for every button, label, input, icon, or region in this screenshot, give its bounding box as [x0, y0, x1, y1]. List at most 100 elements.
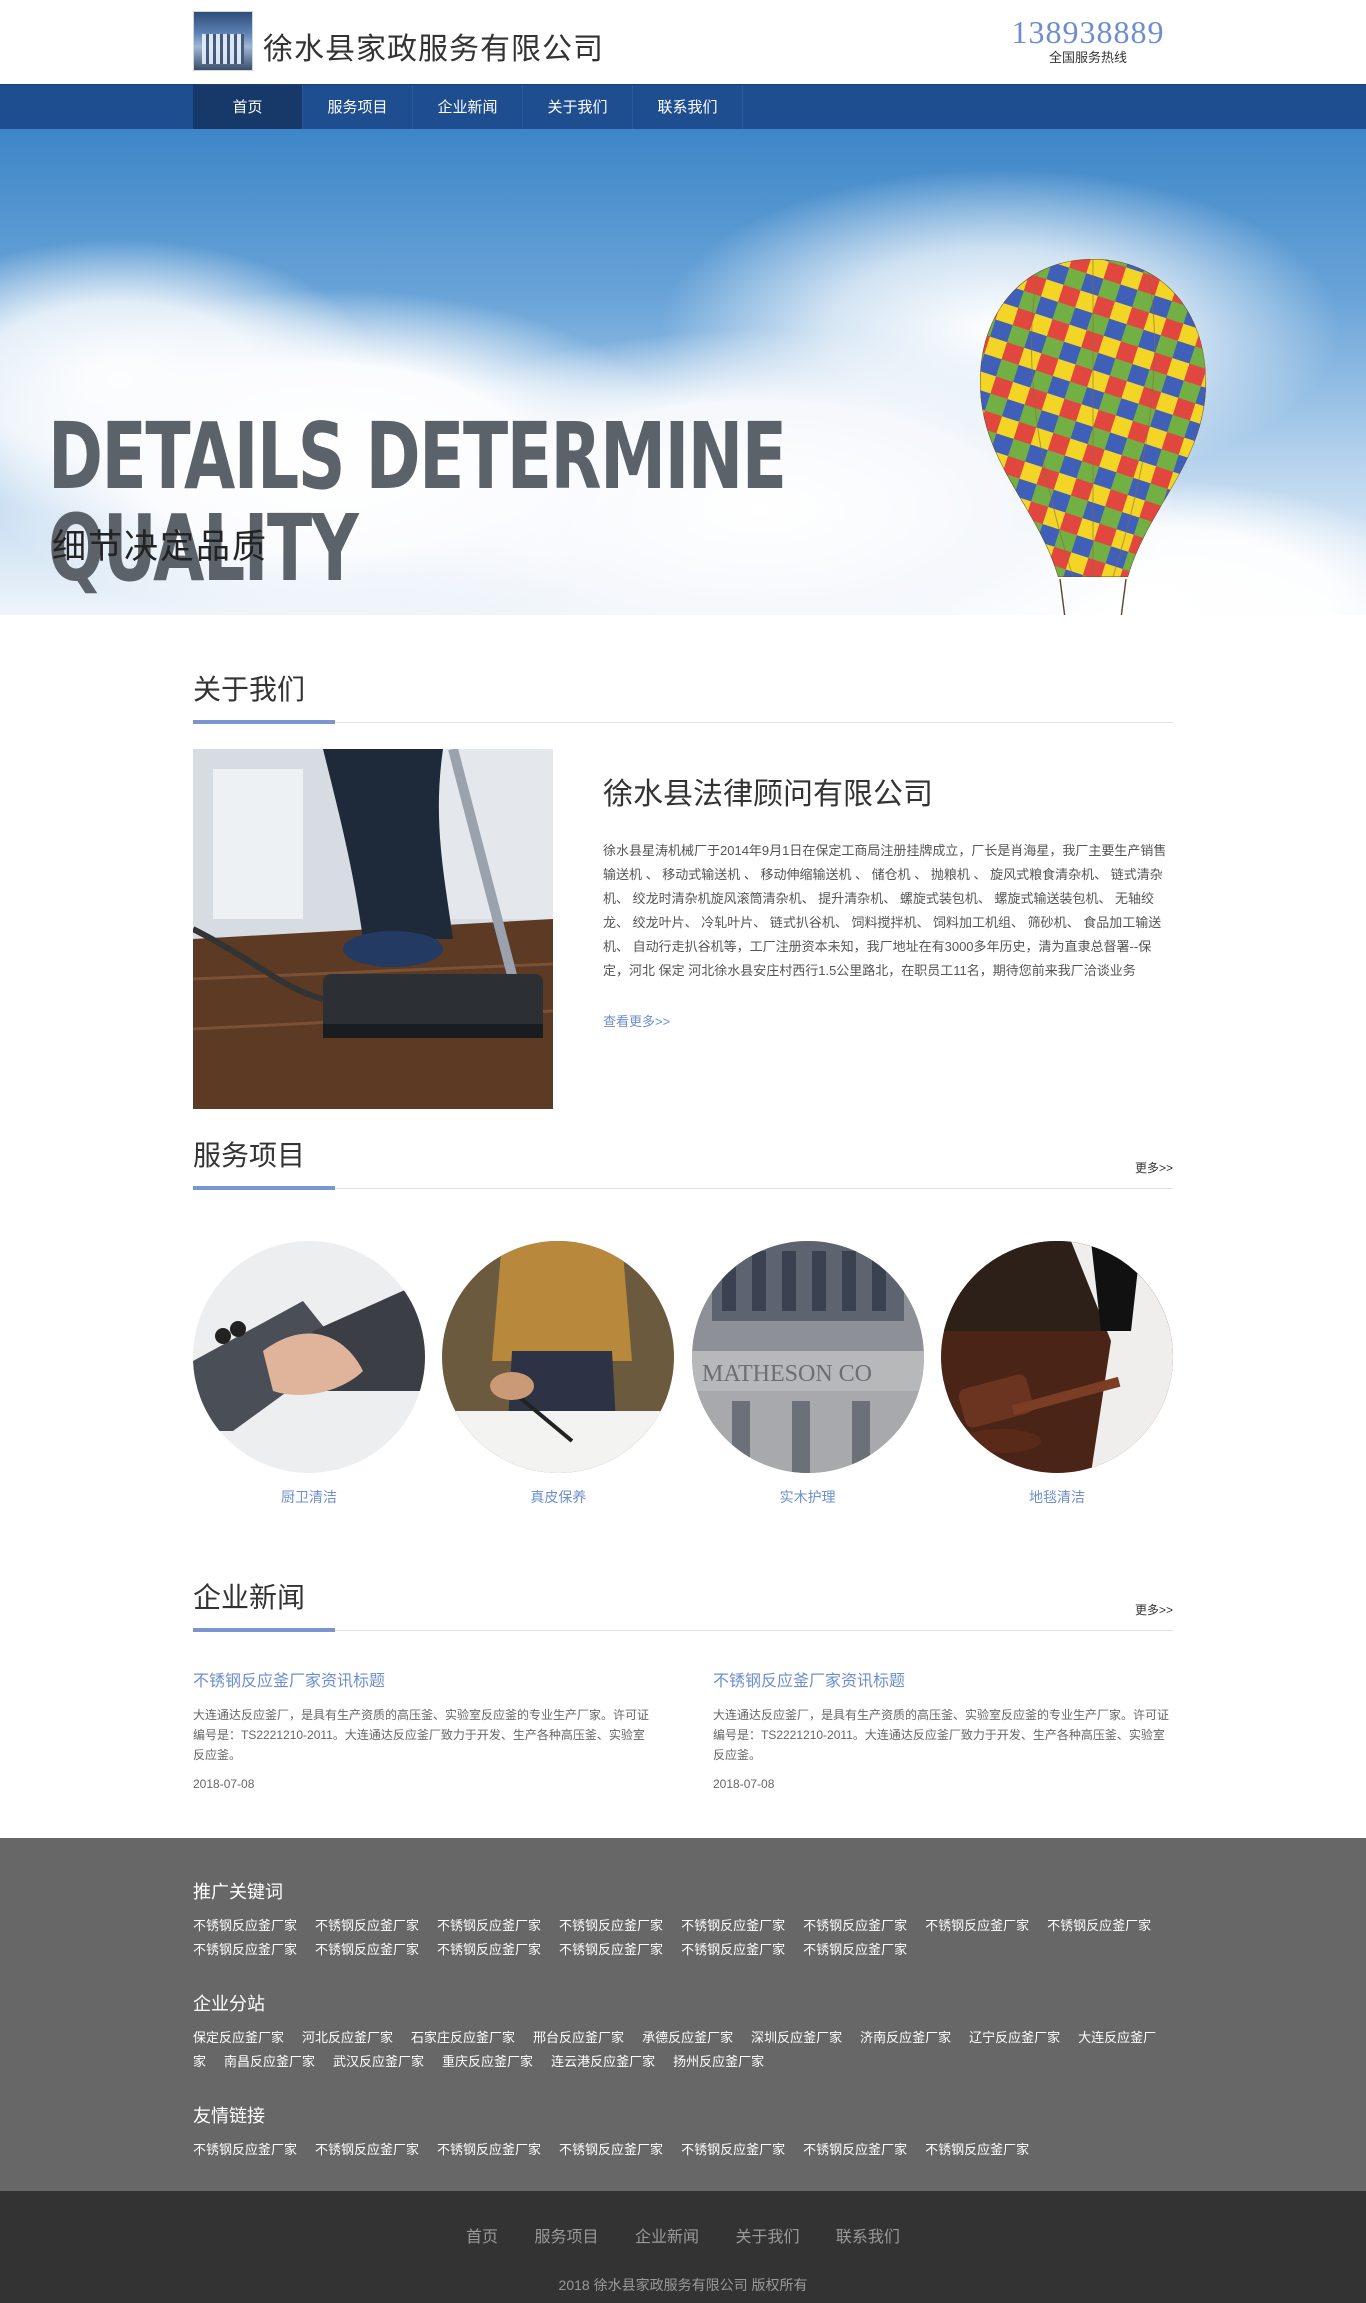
- hero-banner: DETAILS DETERMINE QUALITY 细节决定品质: [0, 129, 1366, 615]
- branches-list: 保定反应釜厂家 河北反应釜厂家 石家庄反应釜厂家 邢台反应釜厂家 承德反应釜厂家 深圳反应…: [193, 2026, 1173, 2074]
- branch-link[interactable]: 保定反应釜厂家: [193, 2030, 284, 2045]
- friend-link[interactable]: 不锈钢反应釜厂家: [193, 2142, 297, 2157]
- keyword-link[interactable]: 不锈钢反应釜厂家: [681, 1942, 785, 1957]
- footer-nav: 首页 服务项目 企业新闻 关于我们 联系我们: [0, 2223, 1366, 2247]
- site-header: 徐水县家政服务有限公司 138938889 全国服务热线: [0, 0, 1366, 84]
- branch-link[interactable]: 扬州反应釜厂家: [673, 2054, 764, 2069]
- service-card[interactable]: 厨卫清洁: [193, 1241, 425, 1507]
- branch-link[interactable]: 南昌反应釜厂家: [224, 2054, 315, 2069]
- services-more-link[interactable]: 更多>>: [1135, 1159, 1173, 1176]
- nav-item-home[interactable]: 首页: [193, 85, 303, 130]
- service-label[interactable]: 厨卫清洁: [193, 1487, 425, 1507]
- branch-link[interactable]: 重庆反应釜厂家: [442, 2054, 533, 2069]
- service-card[interactable]: 地毯清洁: [940, 1241, 1173, 1507]
- handshake-photo[interactable]: [193, 1241, 425, 1473]
- news-item[interactable]: 不锈钢反应釜厂家资讯标题 大连通达反应釜厂，是具有生产资质的高压釜、实验室反应釜…: [193, 1667, 653, 1791]
- keyword-link[interactable]: 不锈钢反应釜厂家: [1047, 1918, 1151, 1933]
- service-label[interactable]: 地毯清洁: [941, 1487, 1173, 1507]
- gavel-photo[interactable]: [940, 1241, 1173, 1473]
- keyword-link[interactable]: 不锈钢反应釜厂家: [559, 1918, 663, 1933]
- keyword-link[interactable]: 不锈钢反应釜厂家: [315, 1942, 419, 1957]
- vacuum-cleaning-photo: [193, 749, 553, 1109]
- title-underline: [193, 720, 335, 724]
- section-title-news: 企业新闻: [193, 1582, 306, 1613]
- branch-link[interactable]: 河北反应釜厂家: [302, 2030, 393, 2045]
- nav-item-contact[interactable]: 联系我们: [633, 85, 743, 130]
- copyright-bar: 首页 服务项目 企业新闻 关于我们 联系我们 2018 徐水县家政服务有限公司 …: [0, 2191, 1366, 2303]
- service-card[interactable]: MATHESON CO 实木护理: [691, 1241, 924, 1507]
- keyword-link[interactable]: 不锈钢反应釜厂家: [559, 1942, 663, 1957]
- footer-nav-services[interactable]: 服务项目: [535, 2229, 599, 2246]
- services-title-row: 服务项目 更多>>: [193, 1133, 1173, 1190]
- branch-link[interactable]: 邢台反应釜厂家: [533, 2030, 624, 2045]
- company-logo[interactable]: [193, 11, 253, 71]
- keywords-list: 不锈钢反应釜厂家 不锈钢反应釜厂家 不锈钢反应釜厂家 不锈钢反应釜厂家 不锈钢反应釜厂家…: [193, 1914, 1173, 1962]
- news-section: 企业新闻 更多>> 不锈钢反应釜厂家资讯标题 大连通达反应釜厂，是具有生产资质的…: [193, 1575, 1173, 1791]
- about-section: 关于我们 徐水县法律顾问有限公司 徐水县星涛机械厂于2014年9月1日在保定工商…: [193, 653, 1173, 1133]
- see-more-link[interactable]: 查看更多>>: [603, 1011, 1168, 1030]
- footer-nav-contact[interactable]: 联系我们: [836, 2229, 900, 2246]
- news-summary: 大连通达反应釜厂，是具有生产资质的高压釜、实验室反应釜的专业生产厂家。许可证编号…: [193, 1708, 650, 1762]
- friend-link[interactable]: 不锈钢反应釜厂家: [315, 2142, 419, 2157]
- service-label[interactable]: 真皮保养: [442, 1487, 674, 1507]
- title-underline: [193, 1186, 335, 1190]
- keywords-title: 推广关键词: [193, 1882, 283, 1902]
- news-title[interactable]: 不锈钢反应釜厂家资讯标题: [193, 1667, 653, 1691]
- news-date: 2018-07-08: [193, 1777, 255, 1791]
- friend-links-list: 不锈钢反应釜厂家 不锈钢反应釜厂家 不锈钢反应釜厂家 不锈钢反应釜厂家 不锈钢反应釜厂家…: [193, 2138, 1173, 2162]
- branch-link[interactable]: 承德反应釜厂家: [642, 2030, 733, 2045]
- title-underline: [193, 1628, 335, 1632]
- copyright-text: 2018 徐水县家政服务有限公司 版权所有: [558, 2277, 808, 2293]
- service-card[interactable]: 真皮保养: [442, 1241, 675, 1507]
- branch-link[interactable]: 辽宁反应釜厂家: [969, 2030, 1060, 2045]
- friend-link[interactable]: 不锈钢反应釜厂家: [681, 2142, 785, 2157]
- news-more-link[interactable]: 更多>>: [1135, 1601, 1173, 1618]
- footer-nav-about[interactable]: 关于我们: [735, 2229, 799, 2246]
- service-label[interactable]: 实木护理: [692, 1487, 924, 1507]
- section-title-services: 服务项目: [193, 1140, 306, 1171]
- keyword-link[interactable]: 不锈钢反应釜厂家: [437, 1918, 541, 1933]
- news-title[interactable]: 不锈钢反应釜厂家资讯标题: [713, 1667, 1173, 1691]
- friend-link[interactable]: 不锈钢反应釜厂家: [559, 2142, 663, 2157]
- footer-nav-home[interactable]: 首页: [466, 2229, 498, 2246]
- keyword-link[interactable]: 不锈钢反应釜厂家: [193, 1942, 297, 1957]
- building-photo[interactable]: MATHESON CO: [691, 1241, 924, 1473]
- branch-link[interactable]: 连云港反应釜厂家: [551, 2054, 655, 2069]
- hotline-number: 138938889: [1011, 14, 1165, 50]
- about-description: 徐水县星涛机械厂于2014年9月1日在保定工商局注册挂牌成立，厂长是肖海星，我厂…: [603, 843, 1167, 978]
- keyword-link[interactable]: 不锈钢反应釜厂家: [193, 1918, 297, 1933]
- keyword-link[interactable]: 不锈钢反应釜厂家: [437, 1942, 541, 1957]
- branch-link[interactable]: 深圳反应釜厂家: [751, 2030, 842, 2045]
- site-name[interactable]: 徐水县家政服务有限公司: [263, 24, 604, 68]
- hot-air-balloon-image: [980, 259, 1206, 615]
- company-name: 徐水县法律顾问有限公司: [603, 778, 933, 811]
- footer-nav-news[interactable]: 企业新闻: [635, 2229, 699, 2246]
- branch-link[interactable]: 石家庄反应釜厂家: [411, 2030, 515, 2045]
- main-nav: 首页 服务项目 企业新闻 关于我们 联系我们: [0, 84, 1366, 130]
- friends-title: 友情链接: [193, 2106, 265, 2126]
- news-item[interactable]: 不锈钢反应釜厂家资讯标题 大连通达反应釜厂，是具有生产资质的高压釜、实验室反应釜…: [713, 1667, 1173, 1791]
- friend-link[interactable]: 不锈钢反应釜厂家: [925, 2142, 1029, 2157]
- branch-link[interactable]: 武汉反应釜厂家: [333, 2054, 424, 2069]
- banner-headline-cn: 细节决定品质: [52, 528, 268, 566]
- nav-item-news[interactable]: 企业新闻: [413, 85, 523, 130]
- footer-links-area: 推广关键词 不锈钢反应釜厂家 不锈钢反应釜厂家 不锈钢反应釜厂家 不锈钢反应釜厂家 不锈…: [0, 1838, 1366, 2191]
- keyword-link[interactable]: 不锈钢反应釜厂家: [803, 1942, 907, 1957]
- branch-link[interactable]: 济南反应釜厂家: [860, 2030, 951, 2045]
- nav-item-services[interactable]: 服务项目: [303, 85, 413, 130]
- about-title-row: 关于我们: [193, 653, 1173, 724]
- section-title-about: 关于我们: [193, 674, 306, 705]
- keyword-link[interactable]: 不锈钢反应釜厂家: [315, 1918, 419, 1933]
- signing-photo[interactable]: [442, 1241, 675, 1473]
- friend-link[interactable]: 不锈钢反应釜厂家: [803, 2142, 907, 2157]
- news-date: 2018-07-08: [713, 1777, 775, 1791]
- news-summary: 大连通达反应釜厂，是具有生产资质的高压釜、实验室反应釜的专业生产厂家。许可证编号…: [713, 1708, 1170, 1762]
- services-section: 服务项目 更多>> 厨卫清洁 真皮保养 MATHESON CO 实木护理 地毯清…: [193, 1133, 1173, 1507]
- branches-title: 企业分站: [193, 1994, 265, 2014]
- hotline-label: 全国服务热线: [1048, 50, 1127, 65]
- nav-item-about[interactable]: 关于我们: [523, 85, 633, 130]
- keyword-link[interactable]: 不锈钢反应釜厂家: [925, 1918, 1029, 1933]
- friend-link[interactable]: 不锈钢反应釜厂家: [437, 2142, 541, 2157]
- keyword-link[interactable]: 不锈钢反应釜厂家: [803, 1918, 907, 1933]
- keyword-link[interactable]: 不锈钢反应釜厂家: [681, 1918, 785, 1933]
